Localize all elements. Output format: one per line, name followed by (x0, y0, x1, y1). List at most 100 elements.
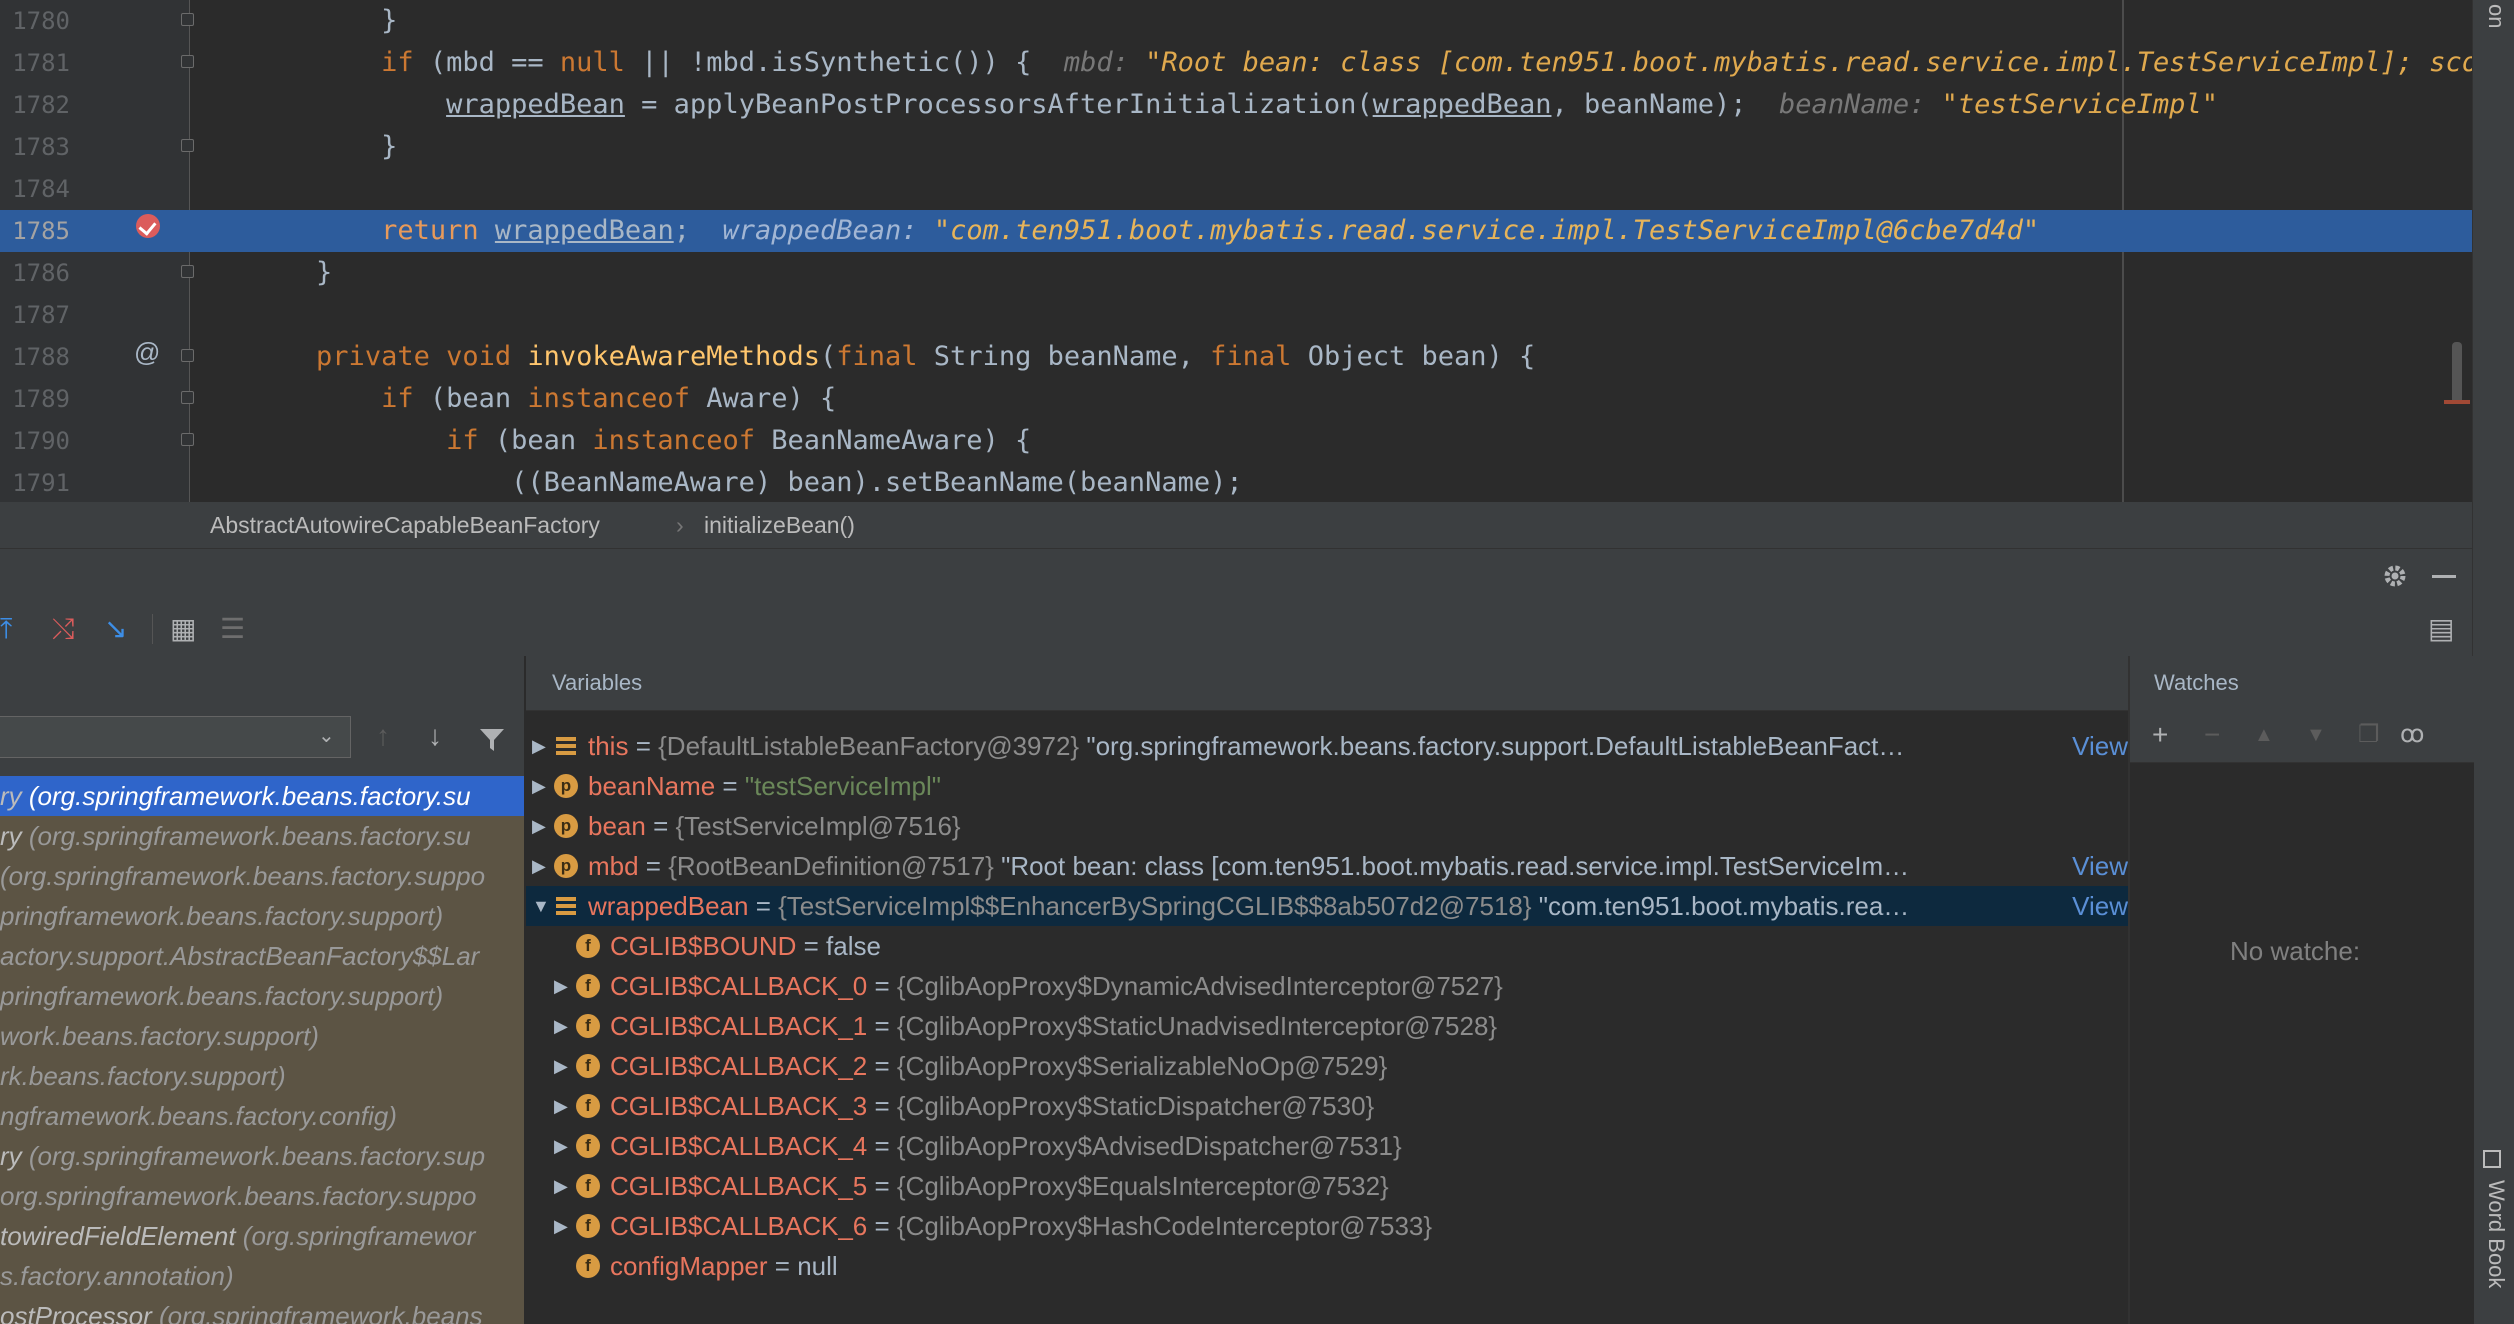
line-number[interactable]: 1788 (0, 336, 70, 378)
expand-arrow-icon[interactable]: ▶ (554, 966, 568, 1006)
frame-item[interactable]: ngframework.beans.factory.config) (0, 1096, 524, 1136)
frame-item[interactable]: s.factory.annotation) (0, 1256, 524, 1296)
code-line[interactable]: 1786 } (0, 252, 2472, 294)
variable-row[interactable]: f CGLIB$BOUND = false (526, 926, 2128, 966)
add-watch-icon[interactable]: + (2152, 720, 2168, 750)
variable-text: CGLIB$CALLBACK_1 = {CglibAopProxy$Static… (610, 1011, 1498, 1041)
thread-selector[interactable]: ⌄ (0, 716, 351, 758)
variable-row[interactable]: ▶ p bean = {TestServiceImpl@7516} (526, 806, 2128, 846)
variable-row[interactable]: ▶ p mbd = {RootBeanDefinition@7517} "Root … (526, 846, 2128, 886)
code-line[interactable]: 1789 if (bean instanceof Aware) { (0, 378, 2472, 420)
frames-list[interactable]: ry (org.springframework.beans.factory.su… (0, 776, 524, 1324)
expand-arrow-icon[interactable]: ▶ (532, 766, 546, 806)
frame-item[interactable]: ry (org.springframework.beans.factory.su (0, 816, 524, 856)
line-number[interactable]: 1790 (0, 420, 70, 462)
frame-item[interactable]: actory.support.AbstractBeanFactory$$Lar (0, 936, 524, 976)
frame-item[interactable]: towiredFieldElement (org.springframewor (0, 1216, 524, 1256)
code-line[interactable]: 1783 } (0, 126, 2472, 168)
frame-item[interactable]: org.springframework.beans.factory.suppo (0, 1176, 524, 1216)
line-number[interactable]: 1783 (0, 126, 70, 168)
expand-arrow-icon[interactable]: ▶ (554, 1206, 568, 1246)
frame-item[interactable]: rk.beans.factory.support) (0, 1056, 524, 1096)
variable-row[interactable]: ▼ wrappedBean = {TestServiceImpl$$Enhance… (526, 886, 2128, 926)
line-number[interactable]: 1791 (0, 462, 70, 502)
frame-item[interactable]: work.beans.factory.support) (0, 1016, 524, 1056)
line-number[interactable]: 1786 (0, 252, 70, 294)
code-line[interactable]: 1787 (0, 294, 2472, 336)
code-line[interactable]: 1784 (0, 168, 2472, 210)
line-number[interactable]: 1781 (0, 42, 70, 84)
no-watches-text: No watche: (2230, 936, 2361, 966)
code-line[interactable]: 1780 } (0, 0, 2472, 42)
variable-row[interactable]: ▶ f CGLIB$CALLBACK_0 = {CglibAopProxy$Dyna… (526, 966, 2128, 1006)
word-book-icon[interactable] (2483, 1150, 2501, 1168)
view-link[interactable]: View (2066, 886, 2128, 926)
override-at-icon[interactable]: @ (134, 337, 160, 368)
frame-item[interactable]: ry (org.springframework.beans.factory.su (0, 776, 524, 816)
code-line[interactable]: 1791 ((BeanNameAware) bean).setBeanName(… (0, 462, 2472, 502)
line-number[interactable]: 1789 (0, 378, 70, 420)
variable-row[interactable]: ▶ f CGLIB$CALLBACK_1 = {CglibAopProxy$Stat… (526, 1006, 2128, 1046)
error-stripe-mark[interactable] (2444, 400, 2470, 404)
variable-row[interactable]: ▶ f CGLIB$CALLBACK_5 = {CglibAopProxy$Equa… (526, 1166, 2128, 1206)
trace-stream-icon[interactable]: ☰ (220, 614, 245, 644)
line-number[interactable]: 1782 (0, 84, 70, 126)
expand-arrow-icon[interactable]: ▶ (554, 1166, 568, 1206)
variable-row[interactable]: ▶ this = {DefaultListableBeanFactory@3972… (526, 726, 2128, 766)
expand-arrow-icon[interactable]: ▶ (554, 1126, 568, 1166)
view-link[interactable]: View (2066, 846, 2128, 886)
collapse-arrow-icon[interactable]: ▼ (532, 886, 550, 926)
frame-item[interactable]: (org.springframework.beans.factory.suppo (0, 856, 524, 896)
line-number[interactable]: 1785 (0, 210, 70, 252)
code-line-highlighted[interactable]: 1785 return wrappedBean; wrappedBean: "c… (0, 210, 2472, 252)
line-number[interactable]: 1784 (0, 168, 70, 210)
evaluate-expression-icon[interactable]: ▦ (170, 614, 196, 644)
line-number[interactable]: 1787 (0, 294, 70, 336)
glasses-icon[interactable]: ꝏ (2400, 720, 2424, 750)
code-line[interactable]: 1788 private void invokeAwareMethods(fin… (0, 336, 2472, 378)
breadcrumb-class[interactable]: AbstractAutowireCapableBeanFactory (210, 502, 600, 548)
minimize-icon[interactable] (2432, 575, 2456, 578)
breakpoint-icon[interactable] (136, 214, 160, 238)
variable-row[interactable]: ▶ f CGLIB$CALLBACK_4 = {CglibAopProxy$Advi… (526, 1126, 2128, 1166)
expand-arrow-icon[interactable]: ▶ (554, 1006, 568, 1046)
tool-window-tab-top[interactable]: on (2483, 4, 2509, 28)
code-line[interactable]: 1790 if (bean instanceof BeanNameAware) … (0, 420, 2472, 462)
expand-arrow-icon[interactable]: ▶ (532, 806, 546, 846)
code-editor[interactable]: 1780 } 1781 if (mbd == null || !mbd.isSyn… (0, 0, 2472, 502)
code-line[interactable]: 1781 if (mbd == null || !mbd.isSynthetic… (0, 42, 2472, 84)
frame-item[interactable]: pringframework.beans.factory.support) (0, 976, 524, 1016)
variable-row[interactable]: ▶ f CGLIB$CALLBACK_2 = {CglibAopProxy$Seri… (526, 1046, 2128, 1086)
code-line[interactable]: 1782 wrappedBean = applyBeanPostProcesso… (0, 84, 2472, 126)
breadcrumb-method[interactable]: initializeBean() (704, 502, 855, 548)
view-link[interactable]: View (2066, 726, 2128, 766)
move-down-icon[interactable]: ▼ (2306, 720, 2326, 750)
frame-item[interactable]: ostProcessor (org.springframework.beans (0, 1296, 524, 1324)
expand-arrow-icon[interactable]: ▶ (532, 846, 546, 886)
filter-icon[interactable] (478, 726, 506, 754)
variable-value: null (797, 1251, 838, 1281)
move-up-icon[interactable]: ▲ (2254, 720, 2274, 750)
line-number[interactable]: 1780 (0, 0, 70, 42)
variable-text: CGLIB$CALLBACK_2 = {CglibAopProxy$Serial… (610, 1051, 1388, 1081)
variable-row[interactable]: ▶ f CGLIB$CALLBACK_6 = {CglibAopProxy$Hash… (526, 1206, 2128, 1246)
arrow-down-icon[interactable]: ↓ (428, 720, 442, 752)
arrow-up-icon[interactable]: ↑ (376, 720, 390, 752)
variable-row[interactable]: f configMapper = null (526, 1246, 2128, 1286)
frame-item[interactable]: pringframework.beans.factory.support) (0, 896, 524, 936)
variable-row[interactable]: ▶ p beanName = "testServiceImpl" (526, 766, 2128, 806)
expand-arrow-icon[interactable]: ▶ (554, 1046, 568, 1086)
run-to-cursor-icon[interactable]: ↘ (104, 614, 127, 644)
copy-icon[interactable]: ❐ (2358, 720, 2380, 750)
frame-item[interactable]: ry (org.springframework.beans.factory.su… (0, 1136, 524, 1176)
settings-gear-icon[interactable] (2380, 561, 2410, 591)
expand-arrow-icon[interactable]: ▶ (554, 1086, 568, 1126)
tool-window-tab-word-book[interactable]: Word Book (2483, 1180, 2509, 1288)
remove-watch-icon[interactable]: − (2204, 720, 2220, 750)
editor-scrollbar[interactable] (2452, 342, 2462, 404)
drop-frame-icon[interactable]: ⤭ (52, 614, 74, 644)
expand-arrow-icon[interactable]: ▶ (532, 726, 546, 766)
layout-settings-icon[interactable]: ▤ (2428, 614, 2454, 644)
variable-row[interactable]: ▶ f CGLIB$CALLBACK_3 = {CglibAopProxy$Stat… (526, 1086, 2128, 1126)
step-out-icon[interactable]: ⤒ (0, 614, 12, 644)
